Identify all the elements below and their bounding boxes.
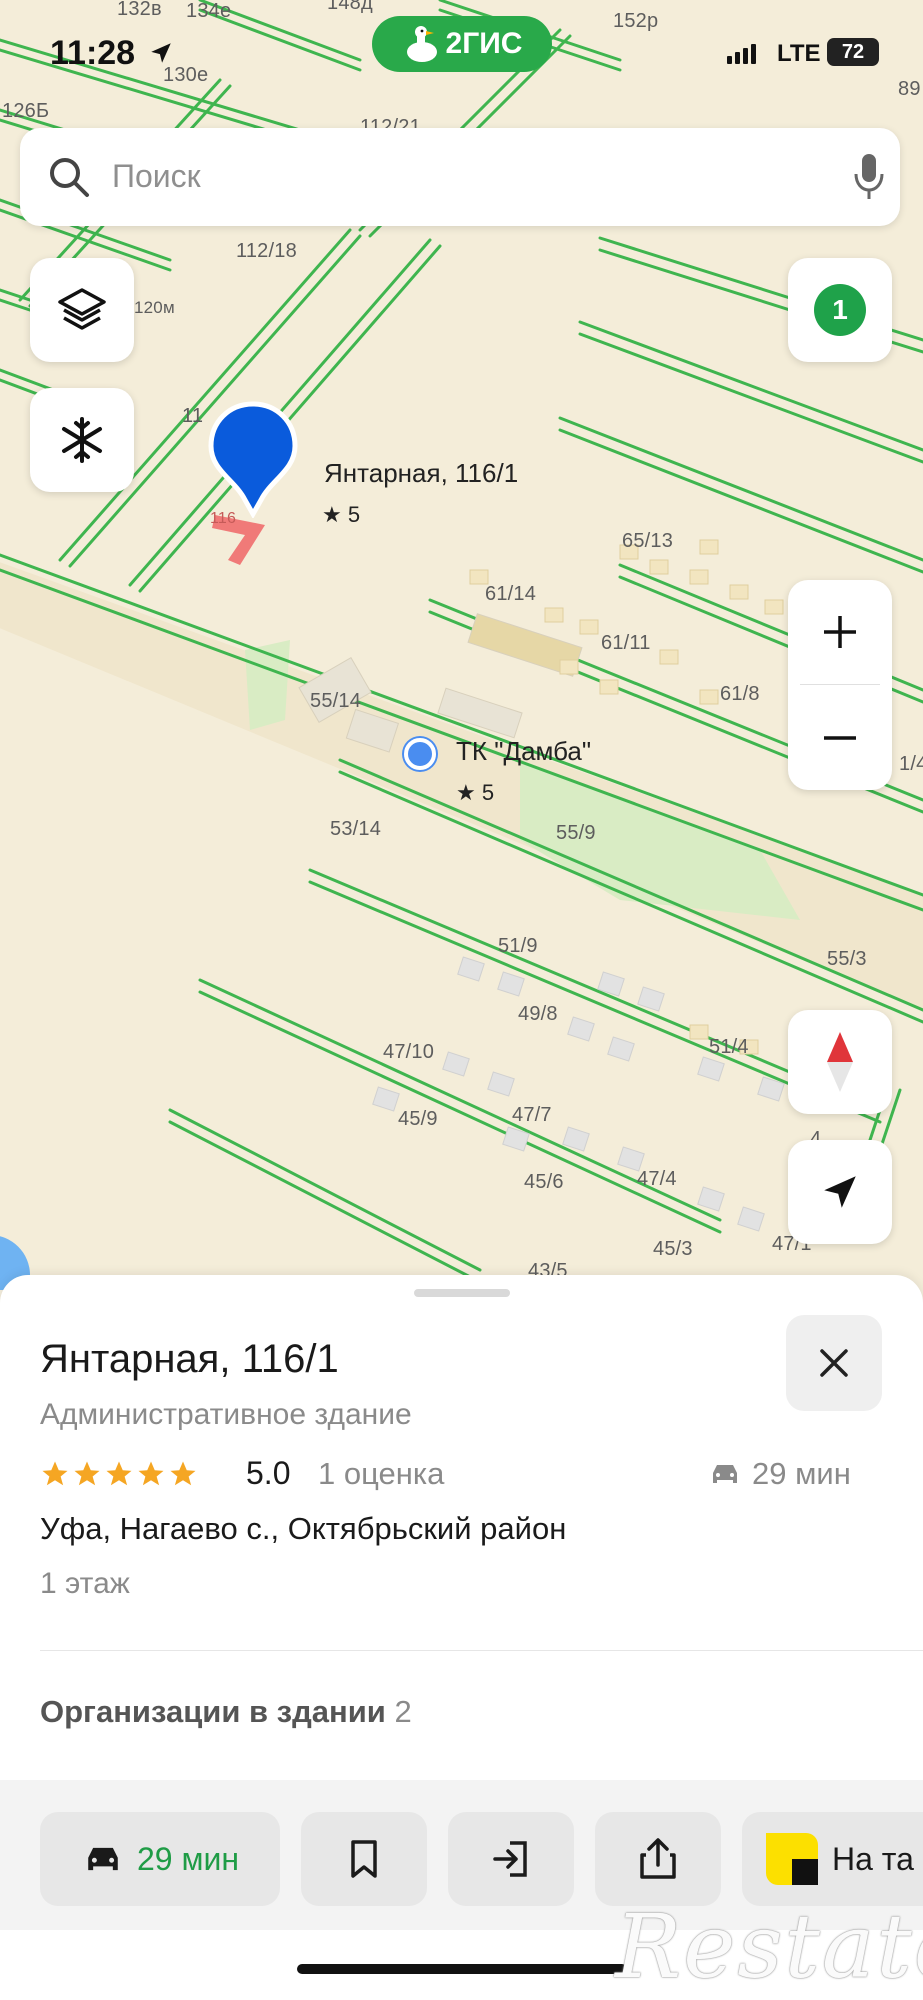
- status-time: 11:28: [50, 34, 136, 72]
- counter-button[interactable]: 1: [788, 258, 892, 362]
- map-label: 65/13: [622, 530, 674, 552]
- pin-rating: ★ 5: [322, 502, 361, 527]
- map-label: 55/3: [827, 948, 867, 970]
- taxi-logo-icon: [766, 1833, 818, 1885]
- map-label: 45/9: [398, 1108, 438, 1130]
- taxi-button[interactable]: На та: [742, 1812, 923, 1906]
- home-indicator[interactable]: [297, 1964, 627, 1974]
- microphone-icon[interactable]: [852, 152, 886, 202]
- map-label: 61/14: [485, 583, 537, 605]
- star-icon: [74, 1461, 100, 1486]
- watermark: Restate: [615, 1895, 923, 1998]
- map-label: 51/9: [498, 935, 538, 957]
- my-location-button[interactable]: [788, 1140, 892, 1244]
- enter-button[interactable]: [448, 1812, 574, 1906]
- ratings-count-link[interactable]: 1 оценка: [318, 1456, 444, 1492]
- rating-value: 5.0: [246, 1455, 291, 1491]
- counter-badge: 1: [814, 284, 866, 336]
- sheet-handle[interactable]: [414, 1289, 510, 1297]
- navigation-arrow-icon: [824, 1176, 856, 1208]
- status-bar: 11:28 2ГИС LTE 72: [0, 0, 923, 110]
- goose-logo-icon: [406, 26, 437, 62]
- search-input[interactable]: Поиск: [112, 158, 201, 195]
- map-label: 55/9: [556, 822, 596, 844]
- place-category: Административное здание: [40, 1398, 412, 1431]
- map-label: 47/7: [512, 1104, 552, 1126]
- map-label: 1/4: [899, 753, 923, 775]
- place-title: Янтарная, 116/1: [40, 1337, 339, 1381]
- place-address: Уфа, Нагаево с., Октябрьский район: [40, 1511, 567, 1546]
- close-icon: [820, 1349, 848, 1377]
- signal-bars-icon: [727, 44, 756, 64]
- map-label: 55/14: [310, 690, 362, 712]
- share-button[interactable]: [595, 1812, 721, 1906]
- layers-icon: [58, 288, 106, 330]
- map-label: 11: [182, 405, 204, 427]
- search-icon: [50, 158, 89, 197]
- poi-marker-icon[interactable]: [404, 738, 436, 770]
- location-arrow-icon: [151, 43, 171, 63]
- map-label: 61/8: [720, 683, 760, 705]
- minus-icon: [824, 736, 856, 740]
- map-label: 45/3: [653, 1238, 693, 1260]
- network-type: LTE: [777, 40, 821, 67]
- zoom-control: [788, 580, 892, 790]
- map-label: 49/8: [518, 1003, 558, 1025]
- pin-title[interactable]: Янтарная, 116/1: [324, 458, 518, 489]
- winter-mode-button[interactable]: [30, 388, 134, 492]
- star-icon: [42, 1461, 68, 1486]
- selected-location-pin-icon[interactable]: [205, 400, 301, 518]
- car-icon: [88, 1847, 118, 1871]
- zoom-in-button[interactable]: [788, 580, 892, 684]
- close-button[interactable]: [786, 1315, 882, 1411]
- bookmark-icon: [351, 1840, 377, 1878]
- star-icon: [170, 1461, 196, 1486]
- snowflake-icon: [62, 417, 102, 463]
- map-label: 53/14: [330, 818, 382, 840]
- star-icon: [138, 1461, 164, 1486]
- map-label: 47/4: [637, 1168, 677, 1190]
- organizations-count: 2: [394, 1694, 412, 1729]
- car-icon: [713, 1465, 737, 1483]
- map-label: 47/10: [383, 1041, 435, 1063]
- divider: [40, 1650, 923, 1651]
- drive-time[interactable]: 29 мин: [708, 1456, 851, 1492]
- search-bar[interactable]: Поиск: [20, 128, 900, 226]
- bookmark-button[interactable]: [301, 1812, 427, 1906]
- brand-badge[interactable]: 2ГИС: [372, 16, 552, 72]
- drive-time-label: 29 мин: [752, 1456, 851, 1491]
- compass-icon: [827, 1032, 853, 1092]
- map-label: 112/18: [236, 240, 297, 262]
- share-icon: [640, 1838, 676, 1879]
- map-label: 120м: [134, 298, 175, 317]
- place-floor: 1 этаж: [40, 1567, 130, 1600]
- plus-icon: [824, 616, 856, 648]
- taxi-button-label: На та: [832, 1840, 914, 1877]
- zoom-out-button[interactable]: [788, 686, 892, 790]
- battery-indicator: 72: [827, 38, 879, 66]
- place-card: Янтарная, 116/1 Административное здание …: [0, 1275, 923, 2000]
- star-icon: [106, 1461, 132, 1486]
- entrance-icon: [493, 1841, 527, 1877]
- organizations-link[interactable]: Организации в здании 2: [40, 1694, 412, 1730]
- layers-button[interactable]: [30, 258, 134, 362]
- map-label: 61/11: [601, 632, 651, 654]
- route-button-label: 29 мин: [136, 1840, 240, 1877]
- route-button[interactable]: 29 мин: [40, 1812, 280, 1906]
- compass-button[interactable]: [788, 1010, 892, 1114]
- map-label: 45/6: [524, 1171, 564, 1193]
- poi-title[interactable]: ТК "Дамба": [456, 736, 591, 767]
- poi-rating: ★ 5: [456, 780, 495, 805]
- map-label: 51/4: [709, 1036, 749, 1058]
- brand-name: 2ГИС: [445, 27, 523, 60]
- rating-stars: [40, 1459, 198, 1489]
- organizations-label: Организации в здании: [40, 1694, 386, 1729]
